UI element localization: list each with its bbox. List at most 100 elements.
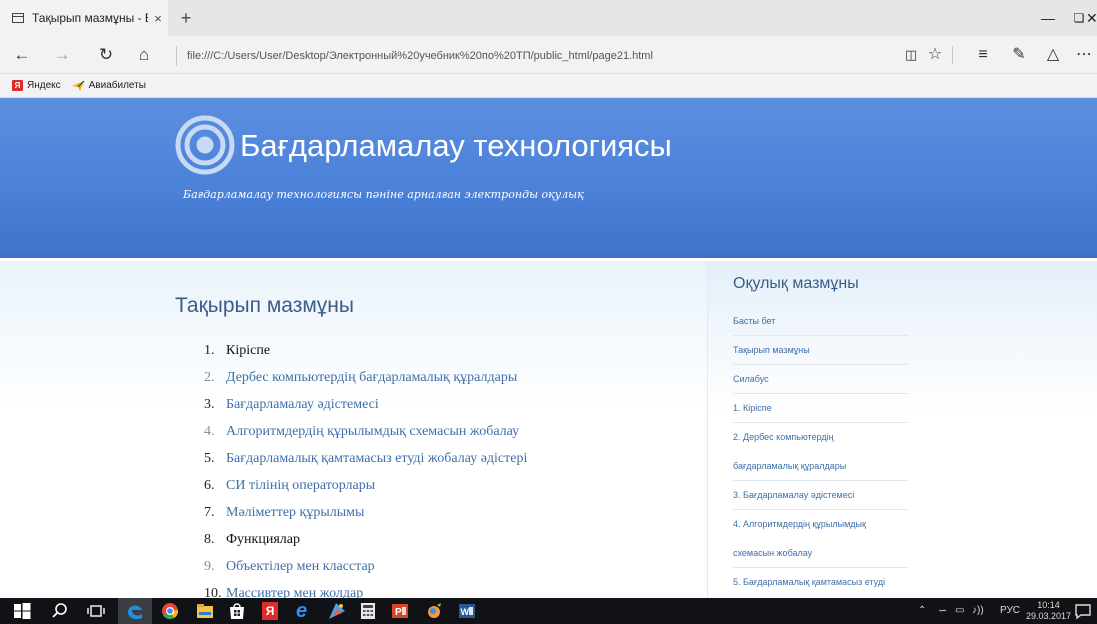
favorite-label: Яндекс [27, 80, 61, 91]
edge-icon[interactable] [125, 601, 145, 621]
favorite-label: Авиабилеты [88, 80, 146, 91]
system-clock[interactable]: 10:14 29.03.2017 [1026, 600, 1071, 622]
favorite-avia[interactable]: Авиабилеты [71, 80, 146, 92]
battery-icon[interactable]: ▭ [955, 598, 964, 624]
chrome-icon[interactable] [160, 601, 180, 621]
browser-tab[interactable]: Тақырып мазмұны - Ба × [0, 0, 168, 36]
tab-title: Тақырып мазмұны - Ба [32, 11, 148, 25]
site-title: Бағдарламалау технологиясы [240, 128, 672, 163]
internet-explorer-icon[interactable]: e [296, 599, 307, 623]
yandex-icon: Я [12, 80, 23, 91]
sidebar-link-intro[interactable]: 1. Кіріспе [733, 394, 908, 423]
toc-number: 6. [204, 478, 215, 493]
close-window-icon[interactable]: ✕ [1086, 0, 1097, 36]
web-note-icon[interactable]: ✎ [1006, 43, 1032, 67]
paint-icon[interactable] [327, 601, 347, 621]
file-explorer-icon[interactable] [195, 601, 215, 621]
action-center-icon[interactable] [1073, 601, 1093, 621]
new-tab-button[interactable]: + [174, 6, 198, 30]
toc-item[interactable]: 5. Бағдарламалық қамтамасыз етуді жобалау… [204, 451, 527, 478]
toc-link[interactable]: Бағдарламалау әдістемесі [226, 397, 379, 412]
hub-icon[interactable]: ≡ [970, 43, 996, 67]
show-hidden-icons-icon[interactable]: ⌃ [918, 598, 926, 624]
toc-item[interactable]: 9. Объектілер мен класстар [204, 559, 527, 586]
task-view-icon[interactable] [86, 601, 106, 621]
toc-item[interactable]: 4. Алгоритмдердің құрылымдық схемасын жоб… [204, 424, 527, 451]
sidebar-links: Басты бет Тақырып мазмұны Силабус 1. Кір… [733, 307, 908, 597]
toc-number: 4. [204, 424, 215, 439]
share-icon[interactable]: △ [1040, 43, 1066, 67]
site-logo-icon [175, 115, 235, 175]
sidebar-link-chapter3[interactable]: 3. Бағдарламалау әдістемесі [733, 481, 908, 510]
web-page: Бағдарламалау технологиясы Бағдарламалау… [0, 98, 1097, 598]
sidebar-link-chapter4-cont[interactable]: схемасын жобалау [733, 539, 908, 568]
toc-number: 5. [204, 451, 215, 466]
toc-link[interactable]: Массивтер мен жолдар [226, 586, 363, 598]
toc-number: 3. [204, 397, 215, 412]
toc-link[interactable]: Бағдарламалық қамтамасыз етуді жобалау ә… [226, 451, 527, 466]
volume-icon[interactable]: ♪)) [972, 598, 984, 624]
toc-item[interactable]: 10. Массивтер мен жолдар [204, 586, 527, 598]
clock-date: 29.03.2017 [1026, 611, 1072, 621]
taskbar: Я e P W ⌃ ∽ ▭ ♪)) РУС 10:14 29.03.2017 [0, 598, 1097, 624]
svg-text:P: P [395, 607, 402, 618]
home-icon[interactable]: ⌂ [132, 43, 156, 67]
favorite-yandex[interactable]: Я Яндекс [12, 80, 61, 91]
toc-item: 8. Функциялар [204, 532, 527, 559]
toc-link[interactable]: Дербес компьютердің бағдарламалық құралд… [226, 370, 517, 385]
toc-item[interactable]: 6. СИ тілінің операторлары [204, 478, 527, 505]
svg-text:W: W [461, 607, 470, 617]
toc-item[interactable]: 2. Дербес компьютердің бағдарламалық құра… [204, 370, 527, 397]
toc-number: 7. [204, 505, 215, 520]
sidebar-link-chapter2-cont[interactable]: бағдарламалық құралдары [733, 452, 908, 481]
sidebar-link-syllabus[interactable]: Силабус [733, 365, 908, 394]
sidebar-title: Оқулық мазмұны [733, 275, 859, 292]
toc-text: Кіріспе [226, 343, 271, 358]
store-icon[interactable] [227, 601, 247, 621]
toc-number: 8. [204, 532, 215, 547]
toc-number: 9. [204, 559, 215, 574]
calculator-icon[interactable] [358, 601, 378, 621]
tab-close-icon[interactable]: × [148, 11, 168, 26]
sidebar-link-chapter4[interactable]: 4. Алгоритмдердің құрылымдық [733, 510, 908, 539]
sidebar-link-chapter5[interactable]: 5. Бағдарламалық қамтамасыз етуді [733, 568, 908, 597]
page-title: Тақырып мазмұны [175, 294, 354, 317]
refresh-icon[interactable]: ↻ [94, 43, 118, 67]
windows-start-icon[interactable] [12, 601, 32, 621]
sidebar-link-contents[interactable]: Тақырып мазмұны [733, 336, 908, 365]
language-indicator[interactable]: РУС [1000, 598, 1020, 624]
toc-number: 1. [204, 343, 215, 358]
powerpoint-icon[interactable]: P [390, 601, 410, 621]
toc-link[interactable]: Мәліметтер құрылымы [226, 505, 364, 520]
toc-text: Функциялар [226, 532, 300, 547]
network-icon[interactable]: ∽ [938, 598, 947, 624]
toc-link[interactable]: СИ тілінің операторлары [226, 478, 375, 493]
search-icon[interactable] [50, 601, 70, 621]
reading-view-icon[interactable]: ◫ [898, 43, 924, 67]
toc-number: 10. [204, 586, 222, 598]
favorite-star-icon[interactable]: ☆ [922, 43, 948, 67]
toc-item[interactable]: 7. Мәліметтер құрылымы [204, 505, 527, 532]
toc-number: 2. [204, 370, 215, 385]
site-header: Бағдарламалау технологиясы Бағдарламалау… [0, 98, 1097, 258]
tab-bar: Тақырып мазмұны - Ба × + — ❏ ✕ [0, 0, 1097, 36]
sidebar-link-chapter2[interactable]: 2. Дербес компьютердің [733, 423, 908, 452]
toc-link[interactable]: Алгоритмдердің құрылымдық схемасын жобал… [226, 424, 519, 439]
more-icon[interactable]: ⋯ [1071, 43, 1097, 67]
favorites-bar: Я Яндекс Авиабилеты [0, 74, 1097, 98]
yandex-browser-icon[interactable]: Я [262, 602, 278, 620]
sidebar-link-home[interactable]: Басты бет [733, 307, 908, 336]
sidebar: Оқулық мазмұны Басты бет Тақырып мазмұны… [707, 261, 1097, 598]
back-icon[interactable]: ← [10, 43, 34, 67]
main-content: Тақырып мазмұны 1. Кіріспе 2. Дербес компь… [0, 261, 707, 598]
tab-page-icon [12, 13, 24, 23]
media-player-icon[interactable] [424, 601, 444, 621]
toc-item[interactable]: 3. Бағдарламалау әдістемесі [204, 397, 527, 424]
site-subtitle: Бағдарламалау технологиясы пәніне арналғ… [183, 188, 584, 201]
address-bar[interactable]: file:///C:/Users/User/Desktop/Электронны… [176, 46, 876, 66]
toc-link[interactable]: Объектілер мен класстар [226, 559, 375, 574]
table-of-contents: 1. Кіріспе 2. Дербес компьютердің бағдарла… [204, 343, 527, 598]
clock-time: 10:14 [1037, 600, 1060, 610]
word-icon[interactable]: W [457, 601, 477, 621]
forward-icon[interactable]: → [50, 43, 74, 67]
